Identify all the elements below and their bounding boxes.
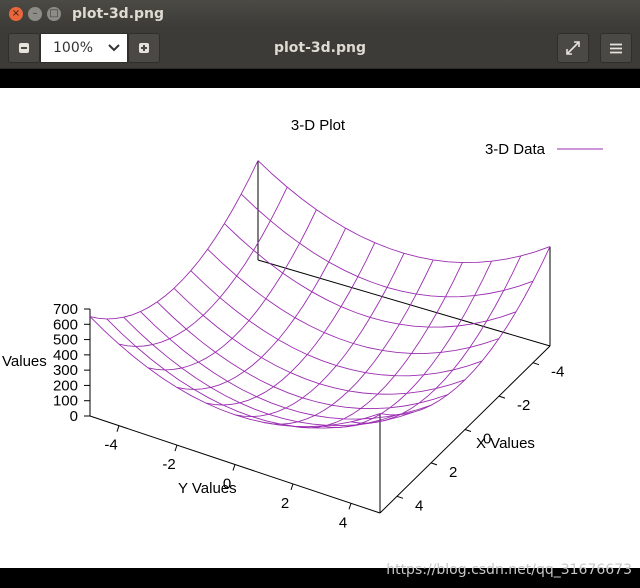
chevron-down-icon[interactable] — [101, 41, 127, 56]
legend-label: 3-D Data — [485, 141, 546, 158]
title-bar: × – □ plot-3d.png — [0, 0, 640, 28]
surface-line — [140, 311, 432, 420]
z-tick-label: 600 — [53, 316, 78, 333]
surface-line — [257, 160, 551, 264]
z-tick-label: 200 — [53, 377, 78, 394]
chart-title: 3-D Plot — [291, 117, 346, 134]
zoom-in-button[interactable] — [128, 33, 160, 63]
surface-line — [147, 209, 317, 371]
hamburger-icon — [610, 43, 622, 53]
minimize-icon[interactable]: – — [28, 7, 42, 21]
maximize-icon[interactable]: □ — [47, 7, 61, 21]
surface-line — [106, 318, 398, 429]
z-tick-label: 0 — [70, 408, 78, 425]
axis-line — [116, 425, 120, 432]
z-tick-label: 100 — [53, 393, 78, 410]
surface-line — [118, 186, 288, 347]
zoom-out-icon — [19, 43, 29, 53]
zoom-in-icon — [139, 43, 149, 53]
x-tick-label: -4 — [551, 364, 564, 381]
y-axis-label: Y Values — [178, 480, 237, 497]
x-tick-label: 2 — [449, 464, 457, 481]
z-tick-label: 700 — [53, 301, 78, 318]
z-axis-label: Values — [2, 353, 47, 370]
close-icon[interactable]: × — [9, 7, 23, 21]
image-viewport[interactable]: 3-D Plot 3-D Data 0 100 200 300 400 500 600 700… — [0, 69, 640, 588]
axis-line — [174, 444, 178, 452]
tick-labels: 0100200300400500600700-4-2024-4-2024 — [53, 301, 564, 531]
axis-line — [498, 395, 506, 399]
z-tick-label: 500 — [53, 332, 78, 349]
x-tick-label: -2 — [517, 397, 530, 414]
x-axis-label: X Values — [476, 435, 535, 452]
surface-mesh — [89, 160, 551, 429]
axis-line — [396, 495, 404, 499]
axis-line — [232, 464, 236, 471]
x-tick-label: 4 — [415, 497, 423, 514]
surface-plot: 3-D Plot 3-D Data 0100200300400500600700… — [2, 117, 603, 531]
plot-image: 3-D Plot 3-D Data 0 100 200 300 400 500 600 700… — [0, 88, 640, 568]
menu-button[interactable] — [600, 33, 632, 63]
y-tick-label: 2 — [281, 495, 289, 512]
axis-line — [430, 462, 438, 466]
surface-line — [224, 223, 517, 328]
z-tick-label: 300 — [53, 362, 78, 379]
surface-line — [207, 248, 500, 354]
watermark: https://blog.csdn.net/qq_31676673 — [386, 562, 632, 578]
y-tick-label: 4 — [339, 514, 347, 531]
surface-line — [190, 270, 483, 377]
zoom-value: 100% — [53, 40, 94, 56]
surface-line — [240, 193, 534, 298]
window-title: plot-3d.png — [72, 6, 165, 22]
surface-line — [379, 246, 551, 416]
axis-line — [464, 429, 472, 432]
y-tick-label: -4 — [104, 437, 117, 454]
axis-line — [257, 259, 551, 347]
zoom-out-button[interactable] — [8, 33, 40, 63]
surface-line — [292, 262, 463, 429]
z-tick-label: 400 — [53, 347, 78, 364]
plot-axes — [84, 160, 551, 514]
surface-line — [173, 287, 466, 395]
y-tick-label: -2 — [162, 456, 175, 473]
fullscreen-button[interactable] — [557, 33, 589, 63]
axis-line — [532, 362, 540, 366]
axis-line — [348, 503, 352, 510]
expand-icon — [566, 41, 580, 55]
axis-line — [290, 483, 294, 491]
zoom-select[interactable]: 100% — [40, 33, 128, 63]
toolbar: 100% plot-3d.png — [0, 28, 640, 69]
surface-line — [89, 160, 259, 320]
